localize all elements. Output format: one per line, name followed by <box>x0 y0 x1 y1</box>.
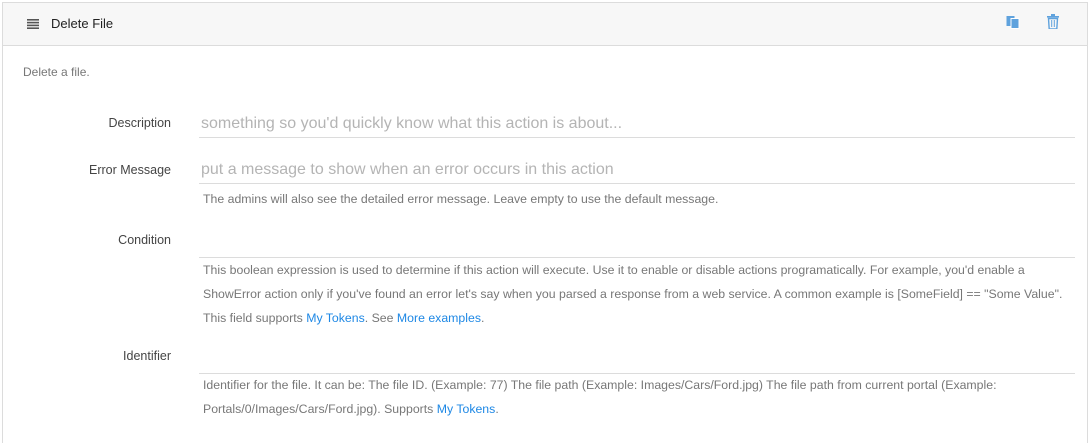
condition-help: This boolean expression is used to deter… <box>203 258 1075 330</box>
action-panel: Delete File Delete a file. Description E… <box>2 2 1088 443</box>
description-label: Description <box>108 116 171 130</box>
error-message-input[interactable] <box>199 156 1075 184</box>
action-summary: Delete a file. <box>23 65 90 79</box>
my-tokens-link[interactable]: My Tokens <box>306 311 365 325</box>
identifier-help: Identifier for the file. It can be: The … <box>203 373 1075 421</box>
panel-title: Delete File <box>51 16 114 31</box>
more-examples-link[interactable]: More examples <box>397 311 481 325</box>
panel-header: Delete File <box>3 3 1087 46</box>
condition-input[interactable] <box>199 230 1075 258</box>
identifier-help-text: Identifier for the file. It can be: The … <box>203 378 997 416</box>
trash-icon[interactable] <box>1047 14 1059 29</box>
identifier-help-end: . <box>495 402 499 416</box>
condition-help-mid: . See <box>364 311 397 325</box>
condition-help-end: . <box>480 311 485 325</box>
identifier-my-tokens-link[interactable]: My Tokens <box>437 402 496 416</box>
list-icon[interactable] <box>27 19 39 29</box>
description-input[interactable] <box>199 110 1075 138</box>
error-message-help: The admins will also see the detailed er… <box>203 192 719 206</box>
identifier-label: Identifier <box>123 349 171 363</box>
condition-label: Condition <box>118 233 171 247</box>
copy-icon[interactable] <box>1006 14 1020 29</box>
error-message-label: Error Message <box>89 163 171 177</box>
identifier-input[interactable] <box>199 346 1075 374</box>
